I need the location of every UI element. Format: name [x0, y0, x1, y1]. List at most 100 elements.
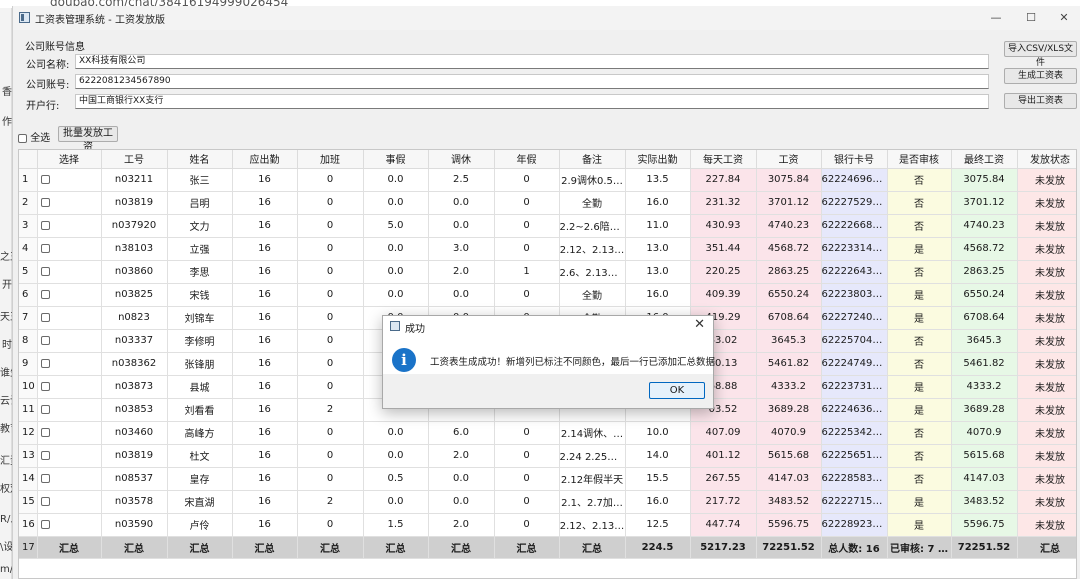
table-cell: 10.0	[625, 421, 691, 445]
row-select-cell[interactable]	[37, 444, 102, 468]
table-row[interactable]: 4 n38103 立强 16 0 0.0 3.0 0 2.12、2.13… 13.0 351.44 4…	[19, 237, 1076, 261]
export-payroll-button[interactable]: 导出工资表	[1004, 93, 1077, 109]
row-checkbox[interactable]	[40, 381, 50, 391]
dialog-title: 成功	[405, 324, 425, 335]
row-checkbox[interactable]	[40, 197, 50, 207]
row-checkbox[interactable]	[40, 358, 50, 368]
column-header[interactable]: 姓名	[167, 150, 233, 169]
generate-payroll-button[interactable]: 生成工资表	[1004, 68, 1077, 84]
column-header[interactable]: 年假	[494, 150, 560, 169]
column-header[interactable]: 发放状态	[1017, 150, 1076, 169]
table-cell: 16	[232, 467, 298, 491]
column-header[interactable]: 工号	[101, 150, 168, 169]
bank-input[interactable]: 中国工商银行XX支行	[75, 94, 989, 109]
import-file-button[interactable]: 导入CSV/XLS文件	[1004, 41, 1077, 68]
company-account-input[interactable]: 6222081234567890	[75, 74, 989, 89]
column-header[interactable]: 是否审核	[887, 150, 952, 169]
column-header[interactable]: 每天工资	[690, 150, 757, 169]
table-cell: 12.5	[625, 513, 691, 537]
ok-button[interactable]: OK	[649, 382, 705, 399]
row-select-cell[interactable]	[37, 490, 102, 514]
table-cell: 5596.75	[756, 513, 822, 537]
column-header[interactable]	[19, 150, 38, 169]
table-row[interactable]: 6 n03825 宋钱 16 0 0.0 0.0 0 全勤 16.0 409.39 6550.24 62…	[19, 283, 1076, 307]
column-header[interactable]: 事假	[363, 150, 429, 169]
table-cell: n03819	[101, 191, 168, 215]
row-select-cell[interactable]	[37, 352, 102, 376]
table-cell: 6550.24	[756, 283, 822, 307]
table-cell: 11.0	[625, 214, 691, 238]
row-select-cell[interactable]	[37, 375, 102, 399]
table-cell: 16	[232, 191, 298, 215]
table-cell: 2.0	[428, 260, 495, 284]
table-row[interactable]: 14 n08537 皇存 16 0 0.5 0.0 0 2.12年假半天 15.5 267.55 41…	[19, 467, 1076, 491]
row-select-cell[interactable]	[37, 283, 102, 307]
row-select-cell[interactable]	[37, 260, 102, 284]
table-cell: 李思	[167, 260, 233, 284]
table-row[interactable]: 5 n03860 李思 16 0 0.0 2.0 1 2.6、2.13调… 13.0 220.25 2…	[19, 260, 1076, 284]
row-select-cell[interactable]	[37, 513, 102, 537]
column-header[interactable]: 备注	[559, 150, 626, 169]
summary-cell: 5217.23	[690, 536, 757, 559]
table-cell: 2.0	[428, 444, 495, 468]
maximize-button[interactable]: ☐	[1016, 9, 1046, 27]
row-select-cell[interactable]	[37, 467, 102, 491]
row-select-cell[interactable]	[37, 214, 102, 238]
row-select-cell[interactable]	[37, 191, 102, 215]
info-icon: i	[392, 348, 416, 372]
row-checkbox[interactable]	[40, 496, 50, 506]
app-icon	[19, 12, 30, 23]
summary-cell: 汇总	[1017, 536, 1076, 559]
row-select-cell[interactable]	[37, 329, 102, 353]
column-header[interactable]: 银行卡号	[821, 150, 888, 169]
table-row[interactable]: 15 n03578 宋直湖 16 2 0.0 0.0 0 2.1、2.7加… 16.0 217.72…	[19, 490, 1076, 514]
row-checkbox[interactable]	[40, 404, 50, 414]
row-checkbox[interactable]	[40, 174, 50, 184]
column-header[interactable]: 应出勤	[232, 150, 298, 169]
row-checkbox[interactable]	[40, 289, 50, 299]
row-select-cell[interactable]	[37, 237, 102, 261]
table-cell: 0	[494, 191, 560, 215]
table-cell: 16	[232, 168, 298, 192]
row-select-cell[interactable]	[37, 168, 102, 192]
table-row[interactable]: 1 n03211 张三 16 0 0.0 2.5 0 2.9调休0.5… 13.5 227.84 30…	[19, 168, 1076, 192]
table-cell: 0.0	[363, 168, 429, 192]
table-cell: 5615.68	[951, 444, 1018, 468]
minimize-button[interactable]: —	[981, 9, 1011, 27]
row-checkbox[interactable]	[40, 519, 50, 529]
row-checkbox[interactable]	[40, 335, 50, 345]
column-header[interactable]: 工资	[756, 150, 822, 169]
row-checkbox[interactable]	[40, 220, 50, 230]
row-checkbox[interactable]	[40, 450, 50, 460]
row-checkbox[interactable]	[40, 312, 50, 322]
row-checkbox[interactable]	[40, 266, 50, 276]
table-cell: 2.24 2.25调…	[559, 444, 626, 468]
select-all-checkbox[interactable]: 全选	[18, 129, 50, 144]
table-cell: 447.74	[690, 513, 757, 537]
column-header[interactable]: 实际出勤	[625, 150, 691, 169]
browser-sidebar: 香作之王开天王时谁生云计教育汇资权双 R/人 \设 m/	[0, 8, 12, 579]
row-checkbox[interactable]	[40, 243, 50, 253]
table-row[interactable]: 12 n03460 高峰方 16 0 0.0 6.0 0 2.14调休、… 10.0 407.09 4…	[19, 421, 1076, 445]
table-row[interactable]: 16 n03590 卢伶 16 0 1.5 2.0 0 2.12、2.13… 12.5 447.74…	[19, 513, 1076, 537]
row-select-cell[interactable]	[37, 421, 102, 445]
table-cell: 否	[887, 168, 952, 192]
table-cell: 622257042…	[821, 329, 888, 353]
row-checkbox[interactable]	[40, 427, 50, 437]
row-select-cell[interactable]	[37, 398, 102, 422]
dialog-close-icon[interactable]: ✕	[694, 317, 705, 332]
company-name-input[interactable]: XX科技有限公司	[75, 54, 989, 69]
table-row[interactable]: 2 n03819 吕明 16 0 0.0 0.0 0 全勤 16.0 231.32 3701.12 62…	[19, 191, 1076, 215]
column-header[interactable]: 调休	[428, 150, 495, 169]
close-button[interactable]: ✕	[1049, 9, 1079, 27]
table-cell: 0.0	[363, 421, 429, 445]
row-checkbox[interactable]	[40, 473, 50, 483]
column-header[interactable]: 最终工资	[951, 150, 1018, 169]
table-row[interactable]: 3 n037920 文力 16 0 5.0 0.0 0 2.2~2.6陪产… 11.0 430.93…	[19, 214, 1076, 238]
column-header[interactable]: 加班	[297, 150, 364, 169]
batch-pay-button[interactable]: 批量发放工资	[58, 126, 118, 153]
table-row[interactable]: 13 n03819 杜文 16 0 0.0 2.0 0 2.24 2.25调… 14.0 401.1…	[19, 444, 1076, 468]
table-cell: 622256514…	[821, 444, 888, 468]
row-select-cell[interactable]	[37, 306, 102, 330]
column-header[interactable]: 选择	[37, 150, 102, 169]
